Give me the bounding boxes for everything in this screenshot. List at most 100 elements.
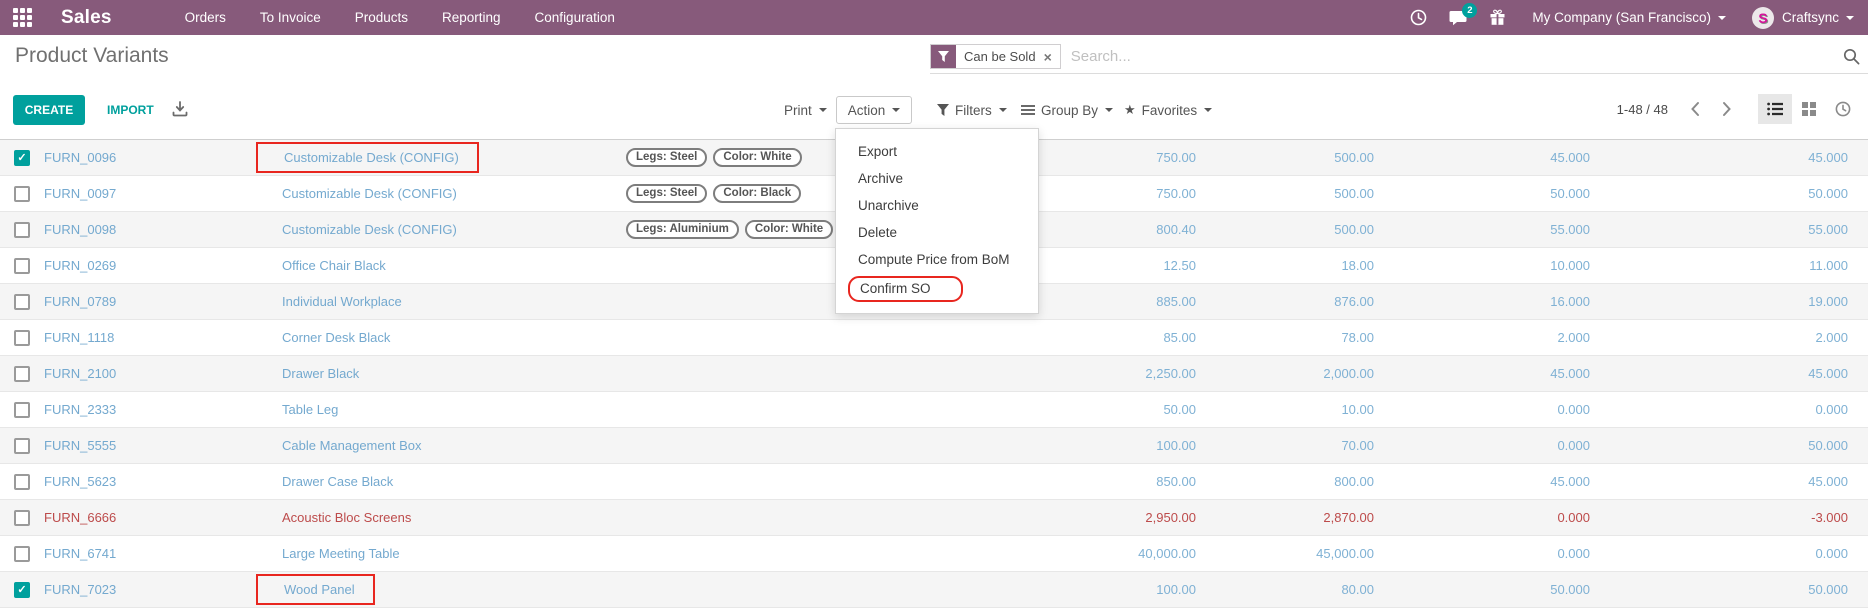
row-checkbox[interactable]: ✓ bbox=[14, 510, 30, 526]
action-menu-item[interactable]: Export bbox=[836, 138, 1038, 165]
funnel-icon bbox=[937, 104, 949, 116]
table-row[interactable]: ✓ FURN_5623 Drawer Case Black 850.00 800… bbox=[0, 464, 1868, 500]
row-internal-reference: FURN_0789 bbox=[44, 294, 282, 309]
pager-zone: 1-48 / 48 bbox=[1617, 94, 1860, 124]
row-value-3: 0.000 bbox=[1374, 402, 1590, 417]
row-value-3: 45.000 bbox=[1374, 150, 1590, 165]
row-checkbox[interactable]: ✓ bbox=[14, 474, 30, 490]
row-value-4: 55.000 bbox=[1590, 222, 1848, 237]
row-product-name: Drawer Case Black bbox=[282, 474, 393, 489]
row-checkbox[interactable]: ✓ bbox=[14, 546, 30, 562]
favorites-button[interactable]: ★ Favorites bbox=[1124, 96, 1212, 124]
variant-tag: Color: White bbox=[713, 148, 801, 167]
action-menu-item[interactable]: Unarchive bbox=[836, 192, 1038, 219]
sales-product-variants-page: Sales Orders To Invoice Products Reporti… bbox=[0, 0, 1868, 611]
export-download-icon[interactable] bbox=[172, 101, 188, 117]
search-icon[interactable] bbox=[1843, 48, 1860, 65]
kanban-view-icon[interactable] bbox=[1792, 94, 1826, 124]
row-value-1: 850.00 bbox=[906, 474, 1196, 489]
nav-menu-item[interactable]: Products bbox=[338, 1, 425, 34]
action-menu-item[interactable]: Confirm SO bbox=[836, 273, 1038, 304]
company-switcher[interactable]: My Company (San Francisco) bbox=[1532, 10, 1726, 25]
row-checkbox[interactable]: ✓ bbox=[14, 186, 30, 202]
activity-view-icon[interactable] bbox=[1826, 94, 1860, 124]
row-value-2: 70.00 bbox=[1196, 438, 1374, 453]
row-product-name: Drawer Black bbox=[282, 366, 359, 381]
row-checkbox[interactable]: ✓ bbox=[14, 402, 30, 418]
apps-menu-icon[interactable] bbox=[13, 8, 32, 27]
chevron-down-icon bbox=[1105, 108, 1113, 112]
groupby-button[interactable]: Group By bbox=[1021, 96, 1113, 124]
row-product-name: Individual Workplace bbox=[282, 294, 402, 309]
table-row[interactable]: ✓ FURN_2333 Table Leg 50.00 10.00 0.000 … bbox=[0, 392, 1868, 428]
action-menu-item[interactable]: Delete bbox=[836, 219, 1038, 246]
filters-button[interactable]: Filters bbox=[937, 96, 1007, 124]
row-checkbox[interactable]: ✓ bbox=[14, 294, 30, 310]
pager-next-icon[interactable] bbox=[1722, 101, 1732, 117]
row-value-4: 50.000 bbox=[1590, 186, 1848, 201]
variant-tag: Color: Black bbox=[713, 184, 801, 203]
row-internal-reference: FURN_0098 bbox=[44, 222, 282, 237]
table-row[interactable]: ✓ FURN_5555 Cable Management Box 100.00 … bbox=[0, 428, 1868, 464]
action-menu-item[interactable]: Compute Price from BoM bbox=[836, 246, 1038, 273]
row-internal-reference: FURN_2333 bbox=[44, 402, 282, 417]
row-checkbox[interactable]: ✓ bbox=[14, 366, 30, 382]
create-button[interactable]: CREATE bbox=[13, 95, 85, 125]
table-row[interactable]: ✓ FURN_7023 Wood Panel 100.00 80.00 50.0… bbox=[0, 572, 1868, 608]
action-label: Action bbox=[848, 103, 886, 118]
action-menu-item[interactable]: Archive bbox=[836, 165, 1038, 192]
user-avatar[interactable]: S bbox=[1752, 7, 1774, 29]
pager-previous-icon[interactable] bbox=[1690, 101, 1700, 117]
row-value-3: 55.000 bbox=[1374, 222, 1590, 237]
top-navbar: Sales Orders To Invoice Products Reporti… bbox=[0, 0, 1868, 35]
row-internal-reference: FURN_7023 bbox=[44, 582, 282, 597]
table-row[interactable]: ✓ FURN_1118 Corner Desk Black 85.00 78.0… bbox=[0, 320, 1868, 356]
chevron-down-icon bbox=[1846, 16, 1854, 20]
row-value-3: 0.000 bbox=[1374, 510, 1590, 525]
row-checkbox[interactable]: ✓ bbox=[14, 330, 30, 346]
list-view-icon[interactable] bbox=[1758, 94, 1792, 124]
row-value-1: 50.00 bbox=[906, 402, 1196, 417]
row-internal-reference: FURN_5623 bbox=[44, 474, 282, 489]
messages-icon[interactable]: 2 bbox=[1449, 10, 1467, 26]
import-button[interactable]: IMPORT bbox=[99, 95, 162, 125]
nav-menu-item[interactable]: Configuration bbox=[518, 1, 632, 34]
nav-menu-item[interactable]: To Invoice bbox=[243, 1, 338, 34]
row-value-1: 100.00 bbox=[906, 438, 1196, 453]
variant-tag: Color: White bbox=[745, 220, 833, 239]
search-input[interactable] bbox=[1071, 48, 1843, 65]
nav-menu-item[interactable]: Orders bbox=[168, 1, 243, 34]
row-value-2: 2,870.00 bbox=[1196, 510, 1374, 525]
app-title[interactable]: Sales bbox=[61, 7, 112, 29]
row-product-name: Cable Management Box bbox=[282, 438, 421, 453]
user-menu[interactable]: Craftsync bbox=[1782, 10, 1854, 25]
row-checkbox[interactable]: ✓ bbox=[14, 582, 30, 598]
row-value-4: 45.000 bbox=[1590, 366, 1848, 381]
row-value-4: 11.000 bbox=[1590, 258, 1848, 273]
row-value-3: 2.000 bbox=[1374, 330, 1590, 345]
table-row[interactable]: ✓ FURN_6666 Acoustic Bloc Screens 2,950.… bbox=[0, 500, 1868, 536]
activity-clock-icon[interactable] bbox=[1410, 9, 1427, 26]
row-value-2: 500.00 bbox=[1196, 222, 1374, 237]
row-value-2: 500.00 bbox=[1196, 150, 1374, 165]
table-row[interactable]: ✓ FURN_6741 Large Meeting Table 40,000.0… bbox=[0, 536, 1868, 572]
nav-menu-item[interactable]: Reporting bbox=[425, 1, 518, 34]
row-product-name: Corner Desk Black bbox=[282, 330, 390, 345]
row-product-name: Customizable Desk (CONFIG) bbox=[282, 186, 457, 201]
groupby-label: Group By bbox=[1041, 103, 1098, 118]
row-checkbox[interactable]: ✓ bbox=[14, 438, 30, 454]
row-value-1: 40,000.00 bbox=[906, 546, 1196, 561]
print-menu-button[interactable]: Print bbox=[784, 96, 827, 124]
chevron-down-icon bbox=[1718, 16, 1726, 20]
row-value-3: 16.000 bbox=[1374, 294, 1590, 309]
row-checkbox[interactable]: ✓ bbox=[14, 222, 30, 238]
table-row[interactable]: ✓ FURN_2100 Drawer Black 2,250.00 2,000.… bbox=[0, 356, 1868, 392]
row-checkbox[interactable]: ✓ bbox=[14, 258, 30, 274]
row-value-2: 80.00 bbox=[1196, 582, 1374, 597]
gift-icon[interactable] bbox=[1489, 9, 1506, 26]
row-checkbox[interactable]: ✓ bbox=[14, 150, 30, 166]
bars-icon bbox=[1021, 104, 1035, 116]
row-internal-reference: FURN_0096 bbox=[44, 150, 282, 165]
action-menu-button[interactable]: Action bbox=[836, 96, 912, 124]
facet-remove-icon[interactable]: × bbox=[1044, 45, 1060, 68]
